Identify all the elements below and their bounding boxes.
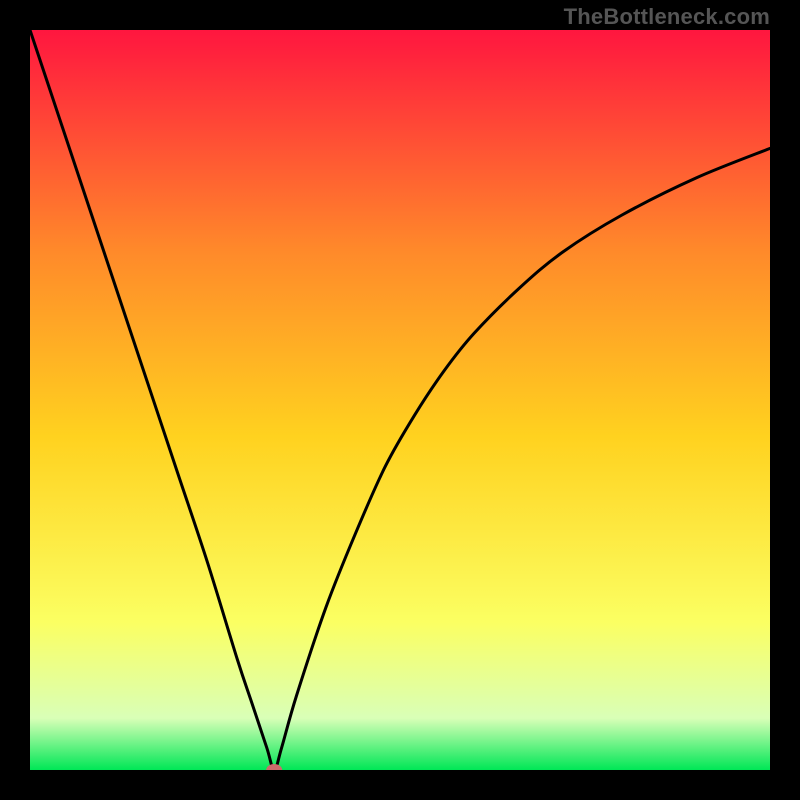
chart-frame: TheBottleneck.com [0,0,800,800]
gradient-background [30,30,770,770]
plot-area [30,30,770,770]
bottleneck-chart [30,30,770,770]
watermark-label: TheBottleneck.com [564,4,770,30]
